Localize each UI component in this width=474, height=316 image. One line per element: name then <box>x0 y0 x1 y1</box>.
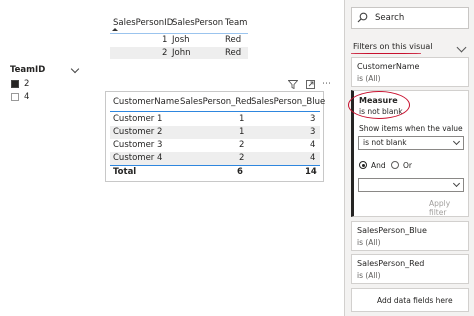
table-cell: 1 <box>239 127 245 137</box>
section-annotation-underline <box>351 53 421 54</box>
slicer-title: TeamID <box>10 65 46 75</box>
table-cell: Josh <box>172 35 190 45</box>
table-cell: 2 <box>239 153 245 163</box>
table-cell: Customer 2 <box>113 127 163 137</box>
filter-state: is (All) <box>357 74 381 83</box>
column-header-customername[interactable]: CustomerName <box>113 97 179 107</box>
table-cell: 1 <box>239 114 245 124</box>
filter-icon[interactable] <box>287 80 299 90</box>
table-row: 2 John Red <box>110 47 248 59</box>
column-header-team[interactable]: Team <box>225 18 247 28</box>
filter-card-salesperson-red[interactable]: SalesPerson_Red is (All) <box>351 254 469 284</box>
filters-section-title: Filters on this visual <box>353 42 433 51</box>
total-value-red: 6 <box>237 167 243 177</box>
filter-card-salesperson-blue[interactable]: SalesPerson_Blue is (All) <box>351 221 469 251</box>
table-row: Customer 2 1 3 <box>110 126 320 139</box>
pane-border <box>344 0 345 316</box>
and-radio[interactable] <box>359 161 367 169</box>
column-header-salesperson[interactable]: SalesPerson <box>172 18 223 28</box>
column-header-salesperson-red[interactable]: SalesPerson_Red <box>180 97 252 107</box>
column-header-salespersonid[interactable]: SalesPersonID <box>113 18 173 28</box>
table-row: 1 Josh Red <box>110 34 248 46</box>
filter-name: SalesPerson_Red <box>357 259 425 268</box>
table-cell: 2 <box>162 48 168 58</box>
total-label: Total <box>113 167 137 177</box>
or-radio[interactable] <box>391 161 399 169</box>
table-cell: 3 <box>310 114 316 124</box>
chevron-down-icon <box>452 179 461 188</box>
slicer-item-label[interactable]: 2 <box>24 79 29 89</box>
and-label: And <box>371 161 386 170</box>
slicer-item-label[interactable]: 4 <box>24 92 29 102</box>
apply-filter-button[interactable]: Apply filter <box>429 199 468 217</box>
measure-annotation-circle <box>348 91 410 119</box>
total-value-blue: 14 <box>305 167 317 177</box>
table-cell: Customer 4 <box>113 153 163 163</box>
search-placeholder: Search <box>375 13 405 23</box>
condition-dropdown[interactable]: is not blank <box>358 136 464 150</box>
chevron-down-icon[interactable] <box>70 64 80 74</box>
search-icon <box>357 12 368 23</box>
header-divider <box>110 111 320 112</box>
show-items-label: Show items when the value <box>359 124 463 133</box>
condition-value: is not blank <box>363 138 407 147</box>
filter-card-customername[interactable]: CustomerName is (All) <box>351 57 469 87</box>
table-row: Customer 1 1 3 <box>110 113 320 126</box>
filter-state: is (All) <box>357 271 381 280</box>
table-cell: 1 <box>162 35 168 45</box>
second-condition-dropdown[interactable] <box>358 178 464 192</box>
table-cell: 4 <box>310 140 316 150</box>
more-options-icon[interactable]: ⋯ <box>322 80 332 89</box>
chevron-down-icon <box>452 137 461 146</box>
sort-indicator-icon <box>112 28 118 31</box>
total-row: Total 6 14 <box>110 166 320 179</box>
filter-state: is (All) <box>357 238 381 247</box>
table-cell: 3 <box>310 127 316 137</box>
table-row: Customer 4 2 4 <box>110 152 320 165</box>
column-header-salesperson-blue[interactable]: SalesPerson_Blue <box>251 97 325 107</box>
table-cell: Red <box>225 35 242 45</box>
table-cell: Customer 1 <box>113 114 163 124</box>
table-cell: Red <box>225 48 242 58</box>
search-box[interactable] <box>351 7 469 29</box>
table-cell: John <box>172 48 191 58</box>
slicer-checkbox-checked[interactable] <box>11 80 19 88</box>
filter-name: SalesPerson_Blue <box>357 226 427 235</box>
or-label: Or <box>403 161 412 170</box>
table-cell: Customer 3 <box>113 140 163 150</box>
add-data-fields-well[interactable]: Add data fields here <box>351 288 469 312</box>
focus-mode-icon[interactable] <box>306 80 315 89</box>
table-row: Customer 3 2 4 <box>110 139 320 152</box>
filter-name: CustomerName <box>357 62 420 71</box>
add-data-fields-label: Add data fields here <box>377 296 453 305</box>
slicer-checkbox[interactable] <box>11 93 19 101</box>
table-cell: 4 <box>310 153 316 163</box>
table-cell: 2 <box>239 140 245 150</box>
